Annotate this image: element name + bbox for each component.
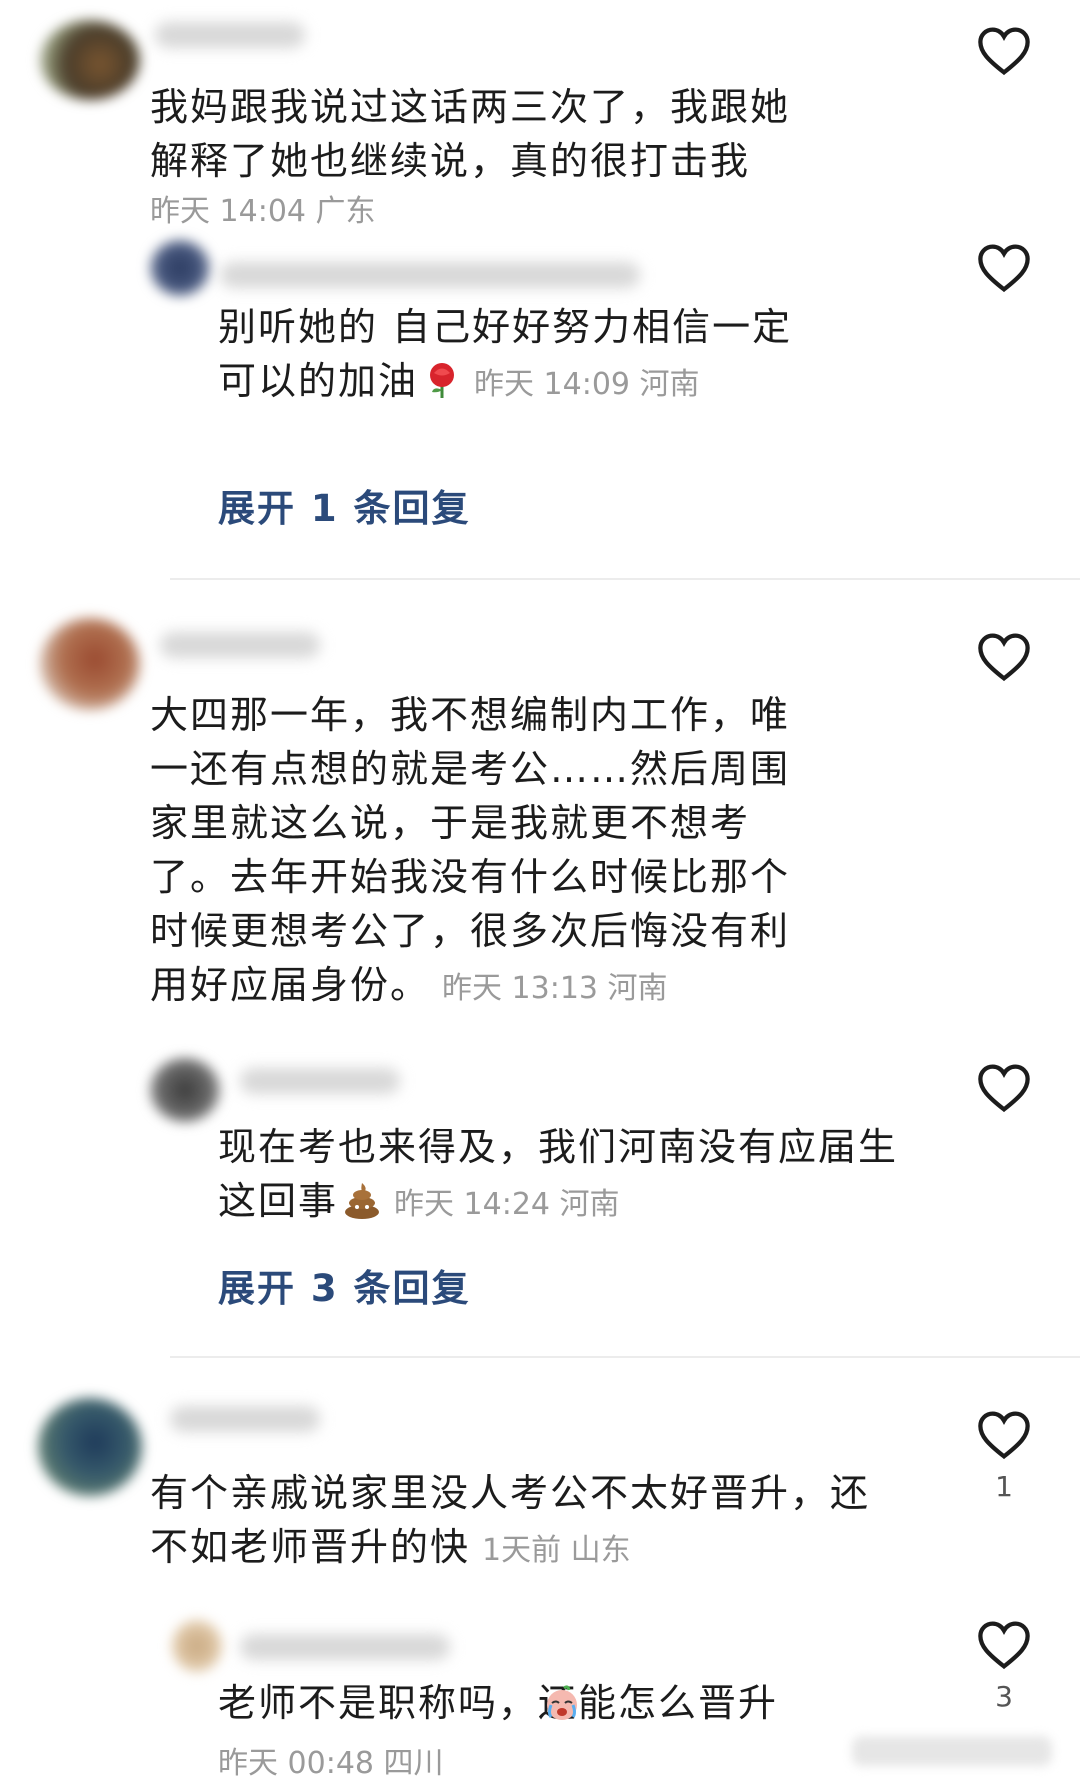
username[interactable] [160, 632, 320, 658]
watermark [852, 1736, 1052, 1766]
reply-like-button[interactable]: 3 [976, 1620, 1032, 1713]
expand-replies-link[interactable]: 展开 3 条回复 [218, 1258, 471, 1312]
reply-avatar[interactable] [150, 1058, 220, 1122]
heart-outline-icon [978, 27, 1030, 76]
comment-meta: 1天前 山东 [482, 1533, 631, 1568]
heart-outline-icon [978, 1621, 1030, 1670]
heart-outline-icon [978, 1411, 1030, 1460]
comment-meta: 昨天 14:04 广东 [150, 194, 376, 229]
username[interactable] [170, 1406, 320, 1432]
reply-username[interactable] [220, 262, 640, 288]
heart-outline-icon [978, 1064, 1030, 1113]
comment-text: 我妈跟我说过这话两三次了，我跟她解释了她也继续说，真的很打击我 [150, 85, 791, 183]
crying-face-icon [547, 1685, 577, 1720]
comment-text: 有个亲戚说家里没人考公不太好晋升，还不如老师晋升的快 1天前 山东 [150, 1471, 871, 1569]
expand-replies-link[interactable]: 展开 1 条回复 [218, 478, 471, 532]
like-button[interactable]: 1 [976, 1410, 1032, 1503]
reply-text: 别听她的 自己好好努力相信一定可以的加油 昨天 14:09 河南 [218, 305, 793, 403]
reply-username[interactable] [240, 1634, 450, 1660]
like-count: 1 [995, 1470, 1013, 1503]
avatar[interactable] [38, 1398, 142, 1496]
like-button[interactable] [976, 632, 1032, 682]
heart-outline-icon [978, 633, 1030, 682]
poop-icon [345, 1183, 380, 1219]
rose-icon [430, 363, 455, 398]
reply-like-button[interactable] [976, 243, 1032, 293]
reply-text: 现在考也来得及，我们河南没有应届生这回事 昨天 14:24 河南 [218, 1125, 899, 1223]
like-count: 3 [995, 1680, 1013, 1713]
reply-avatar[interactable] [172, 1620, 222, 1672]
comment-text: 大四那一年，我不想编制内工作，唯一还有点想的就是考公……然后周围家里就这么说，于… [150, 693, 791, 1007]
reply-avatar[interactable] [150, 240, 210, 296]
avatar[interactable] [40, 618, 140, 710]
reply-username[interactable] [240, 1068, 400, 1094]
reply-like-button[interactable] [976, 1063, 1032, 1113]
username[interactable] [155, 22, 305, 48]
comment-meta: 昨天 13:13 河南 [442, 971, 668, 1006]
reply-meta: 昨天 00:48 四川 [218, 1746, 444, 1781]
avatar[interactable] [40, 20, 140, 100]
reply-meta: 昨天 14:24 河南 [394, 1187, 620, 1222]
reply-meta: 昨天 14:09 河南 [474, 367, 700, 402]
like-button[interactable] [976, 26, 1032, 76]
divider [170, 1356, 1080, 1358]
divider [170, 578, 1080, 580]
heart-outline-icon [978, 244, 1030, 293]
